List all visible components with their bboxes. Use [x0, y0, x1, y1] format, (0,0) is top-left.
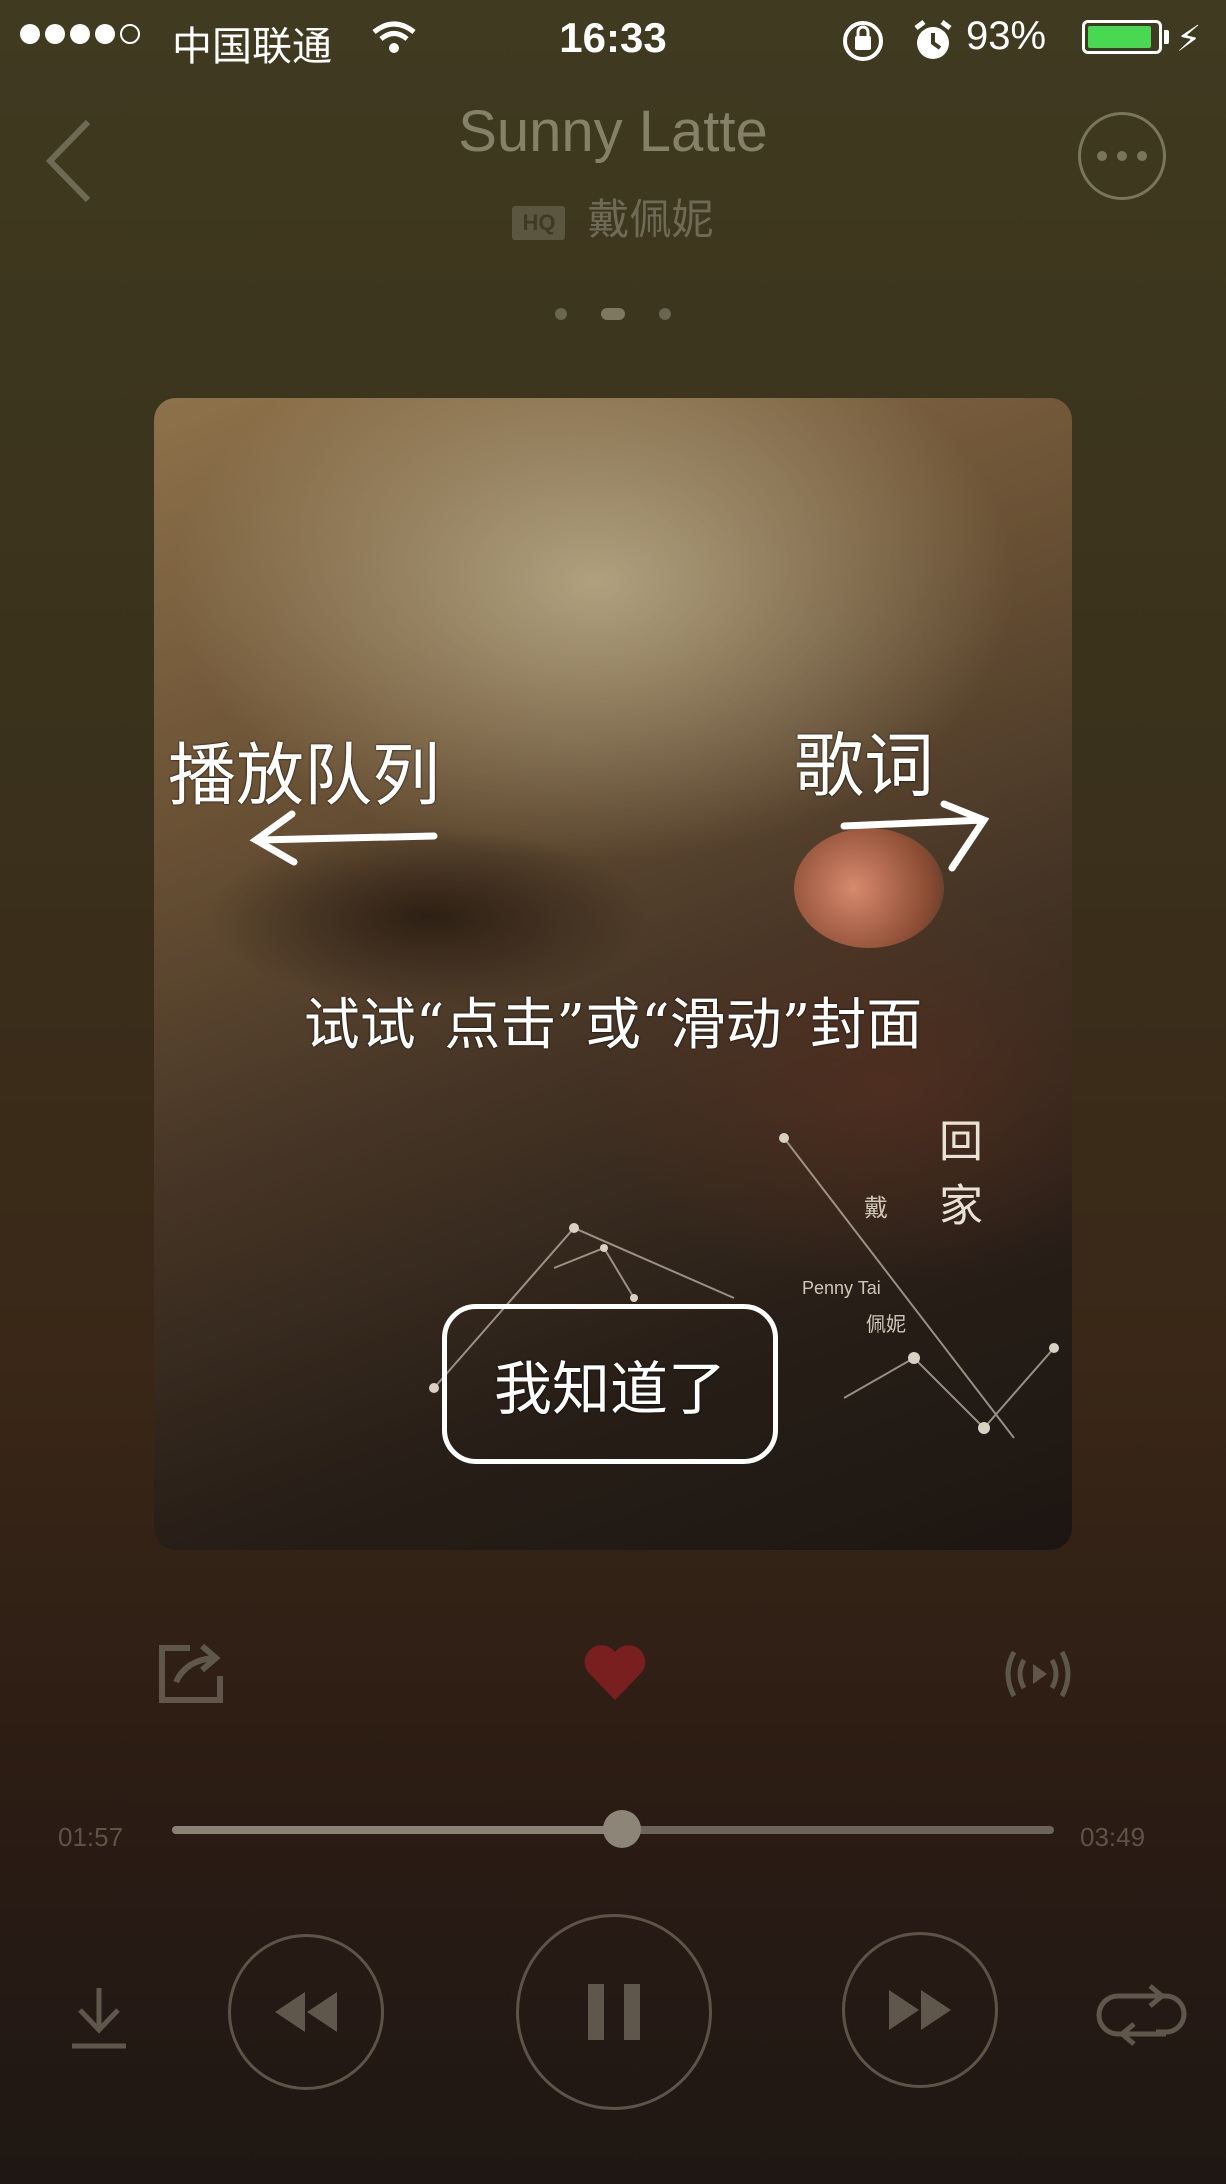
artist-name[interactable]: 戴佩妮: [587, 196, 713, 243]
quality-badge: HQ: [512, 205, 566, 240]
battery-icon: [1082, 20, 1162, 54]
previous-icon: [275, 1992, 337, 2032]
download-icon: [72, 1988, 126, 2049]
more-icon-dot: [1137, 151, 1147, 161]
total-time: 03:49: [1080, 1822, 1146, 1852]
share-icon: [159, 1643, 223, 1703]
cover-gesture-hint: 试试“点击”或“滑动”封面: [303, 993, 923, 1058]
cast-button[interactable]: [1000, 1646, 1076, 1707]
album-artist-cn: 佩妮: [866, 1314, 906, 1336]
queue-hint-label: 播放队列: [168, 737, 441, 816]
page-indicator: [0, 308, 1226, 320]
lyrics-hint-label: 歌词: [794, 725, 934, 807]
more-icon-dot: [1097, 151, 1107, 161]
next-icon: [889, 1990, 951, 2030]
battery-percent: 93%: [966, 14, 1047, 58]
album-title: 回家: [932, 1118, 981, 1246]
song-title: Sunny Latte: [458, 99, 768, 164]
page-dot: [659, 308, 671, 320]
page-dot: [601, 308, 625, 320]
arrow-left-icon: [249, 810, 438, 866]
album-artist-en: Penny Tai: [802, 1278, 881, 1298]
cast-icon: [1005, 1650, 1071, 1698]
alarm-icon: [910, 18, 956, 69]
more-button[interactable]: [1078, 112, 1166, 200]
next-button[interactable]: [842, 1932, 998, 2088]
page-dot: [555, 308, 567, 320]
more-icon-dot: [1117, 151, 1127, 161]
song-subtitle: HQ 戴佩妮: [0, 186, 1226, 247]
charging-icon: ⚡: [1176, 18, 1202, 59]
elapsed-time: 01:57: [58, 1822, 124, 1852]
dismiss-hint-button[interactable]: 我知道了: [442, 1304, 778, 1464]
download-button[interactable]: [70, 1984, 128, 2055]
album-cover[interactable]: 播放队列 歌词 试试“点击”或“滑动”封面 回家 戴 Penny Tai 佩妮 …: [154, 398, 1072, 1550]
repeat-button[interactable]: [1096, 1984, 1188, 2051]
play-pause-button[interactable]: [516, 1914, 712, 2110]
album-artist: 戴: [864, 1195, 888, 1222]
arrow-right-icon: [840, 800, 990, 872]
share-button[interactable]: [156, 1640, 226, 1711]
repeat-icon: [1096, 1984, 1187, 2046]
rotation-lock-icon: [840, 18, 886, 69]
progress-handle[interactable]: [602, 1810, 641, 1848]
previous-button[interactable]: [228, 1934, 384, 2090]
status-bar: 中国联通 16:33 93% ⚡: [0, 0, 1226, 80]
heart-icon: [584, 1645, 646, 1700]
like-button[interactable]: [582, 1642, 648, 1707]
pause-icon: [588, 1984, 640, 2040]
progress-played: [172, 1826, 622, 1834]
battery-cap: [1164, 30, 1169, 44]
